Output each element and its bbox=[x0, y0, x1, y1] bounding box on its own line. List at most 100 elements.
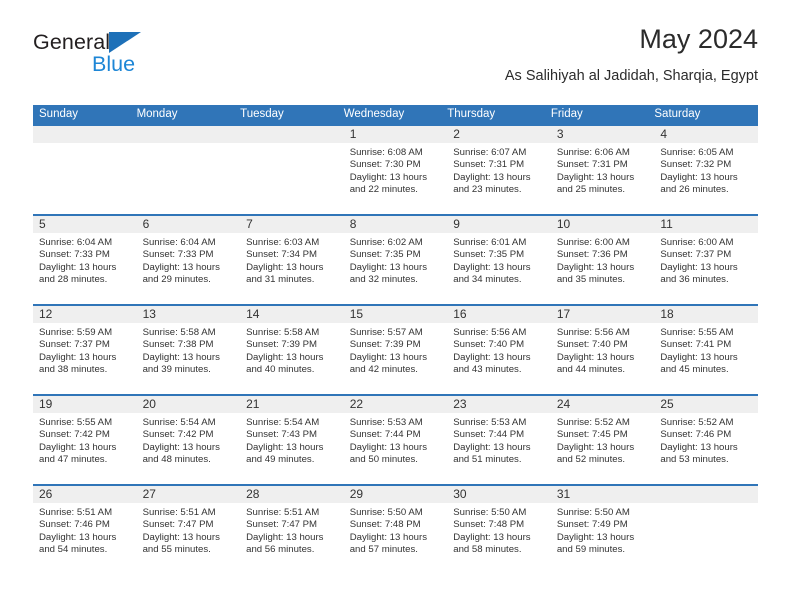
daylight-text-line2: and 49 minutes. bbox=[246, 454, 315, 466]
blue-triangle-icon bbox=[109, 32, 141, 53]
sunset-text: Sunset: 7:33 PM bbox=[39, 249, 110, 261]
sunset-text: Sunset: 7:44 PM bbox=[349, 429, 421, 441]
calendar-day-cell[interactable]: 8 Sunrise: 6:02 AM Sunset: 7:35 PM Dayli… bbox=[343, 214, 448, 305]
daylight-text-line2: and 58 minutes. bbox=[453, 544, 522, 556]
sunrise-text: Sunrise: 5:51 AM bbox=[142, 507, 216, 518]
calendar-day-cell[interactable]: 16 Sunrise: 5:56 AM Sunset: 7:40 PM Dayl… bbox=[447, 304, 551, 395]
calendar-day-cell[interactable]: 5 Sunrise: 6:04 AM Sunset: 7:33 PM Dayli… bbox=[33, 214, 137, 305]
daylight-text-line1: Daylight: 13 hours bbox=[556, 531, 635, 543]
day-details: Sunrise: 5:59 AM Sunset: 7:37 PM Dayligh… bbox=[33, 323, 137, 377]
sunset-text: Sunset: 7:40 PM bbox=[556, 339, 628, 351]
calendar-day-cell[interactable]: 9 Sunrise: 6:01 AM Sunset: 7:35 PM Dayli… bbox=[447, 214, 551, 305]
calendar-day-cell[interactable]: 3 Sunrise: 6:06 AM Sunset: 7:31 PM Dayli… bbox=[550, 124, 655, 215]
calendar-day-cell[interactable]: 10 Sunrise: 6:00 AM Sunset: 7:36 PM Dayl… bbox=[550, 214, 655, 305]
daylight-text-line1: Daylight: 13 hours bbox=[556, 441, 635, 453]
calendar-day-cell[interactable]: 25 Sunrise: 5:52 AM Sunset: 7:46 PM Dayl… bbox=[654, 394, 758, 485]
day-number bbox=[33, 126, 137, 143]
sunrise-text: Sunrise: 6:08 AM bbox=[349, 147, 423, 158]
calendar-day-cell[interactable]: 30 Sunrise: 5:50 AM Sunset: 7:48 PM Dayl… bbox=[447, 484, 551, 575]
weekday-header-sunday: Sunday bbox=[33, 105, 137, 125]
calendar-day-cell[interactable]: 1 Sunrise: 6:08 AM Sunset: 7:30 PM Dayli… bbox=[343, 124, 448, 215]
sunrise-text: Sunrise: 5:59 AM bbox=[39, 327, 113, 338]
sunset-text: Sunset: 7:43 PM bbox=[246, 429, 318, 441]
daylight-text-line2: and 45 minutes. bbox=[660, 364, 729, 376]
sunrise-text: Sunrise: 6:00 AM bbox=[660, 237, 734, 248]
day-number: 4 bbox=[654, 126, 758, 143]
daylight-text-line1: Daylight: 13 hours bbox=[349, 171, 428, 183]
calendar-header-row: Sunday Monday Tuesday Wednesday Thursday… bbox=[33, 105, 758, 125]
sunset-text: Sunset: 7:33 PM bbox=[142, 249, 214, 261]
daylight-text-line2: and 35 minutes. bbox=[556, 274, 626, 286]
sunrise-text: Sunrise: 5:51 AM bbox=[246, 507, 320, 518]
daylight-text-line1: Daylight: 13 hours bbox=[142, 261, 220, 273]
daylight-text-line2: and 39 minutes. bbox=[142, 364, 211, 376]
daylight-text-line1: Daylight: 13 hours bbox=[453, 441, 531, 453]
sunrise-text: Sunrise: 5:55 AM bbox=[660, 327, 734, 338]
day-number: 8 bbox=[343, 216, 448, 233]
day-number: 16 bbox=[447, 306, 551, 323]
daylight-text-line1: Daylight: 13 hours bbox=[453, 171, 531, 183]
calendar-day-cell[interactable]: 11 Sunrise: 6:00 AM Sunset: 7:37 PM Dayl… bbox=[654, 214, 758, 305]
daylight-text-line1: Daylight: 13 hours bbox=[39, 261, 117, 273]
daylight-text-line1: Daylight: 13 hours bbox=[556, 171, 635, 183]
sunset-text: Sunset: 7:46 PM bbox=[660, 429, 732, 441]
day-number: 21 bbox=[240, 396, 344, 413]
daylight-text-line2: and 52 minutes. bbox=[556, 454, 626, 466]
calendar-day-cell[interactable]: 6 Sunrise: 6:04 AM Sunset: 7:33 PM Dayli… bbox=[136, 214, 241, 305]
daylight-text-line2: and 32 minutes. bbox=[349, 274, 418, 286]
day-number: 11 bbox=[654, 216, 758, 233]
daylight-text-line1: Daylight: 13 hours bbox=[349, 261, 428, 273]
calendar-day-cell[interactable]: 14 Sunrise: 5:58 AM Sunset: 7:39 PM Dayl… bbox=[240, 304, 344, 395]
day-details: Sunrise: 5:52 AM Sunset: 7:45 PM Dayligh… bbox=[551, 413, 655, 467]
sunset-text: Sunset: 7:49 PM bbox=[556, 519, 628, 531]
day-details: Sunrise: 6:02 AM Sunset: 7:35 PM Dayligh… bbox=[344, 233, 448, 287]
logo-divider bbox=[85, 54, 87, 78]
sunrise-text: Sunrise: 5:53 AM bbox=[349, 417, 423, 428]
day-details: Sunrise: 5:57 AM Sunset: 7:39 PM Dayligh… bbox=[344, 323, 448, 377]
sunset-text: Sunset: 7:39 PM bbox=[349, 339, 421, 351]
calendar-day-cell[interactable]: 19 Sunrise: 5:55 AM Sunset: 7:42 PM Dayl… bbox=[33, 394, 137, 485]
day-details: Sunrise: 5:54 AM Sunset: 7:43 PM Dayligh… bbox=[240, 413, 344, 467]
calendar-day-cell[interactable]: 29 Sunrise: 5:50 AM Sunset: 7:48 PM Dayl… bbox=[343, 484, 448, 575]
day-number: 1 bbox=[343, 126, 448, 143]
sunset-text: Sunset: 7:47 PM bbox=[246, 519, 318, 531]
generalblue-logo[interactable]: General Blue bbox=[33, 30, 203, 86]
calendar-day-cell[interactable]: 13 Sunrise: 5:58 AM Sunset: 7:38 PM Dayl… bbox=[136, 304, 241, 395]
day-details: Sunrise: 5:53 AM Sunset: 7:44 PM Dayligh… bbox=[447, 413, 551, 467]
day-number bbox=[654, 486, 758, 503]
day-number: 23 bbox=[447, 396, 551, 413]
page-header: General Blue May 2024 As Salihiyah al Ja… bbox=[33, 24, 758, 98]
calendar-day-cell bbox=[33, 124, 137, 215]
calendar-day-cell[interactable]: 7 Sunrise: 6:03 AM Sunset: 7:34 PM Dayli… bbox=[240, 214, 344, 305]
sunrise-text: Sunrise: 6:04 AM bbox=[39, 237, 113, 248]
calendar-week-row: 12 Sunrise: 5:59 AM Sunset: 7:37 PM Dayl… bbox=[33, 304, 758, 395]
sunset-text: Sunset: 7:48 PM bbox=[349, 519, 421, 531]
calendar-day-cell[interactable]: 24 Sunrise: 5:52 AM Sunset: 7:45 PM Dayl… bbox=[550, 394, 655, 485]
daylight-text-line2: and 26 minutes. bbox=[660, 184, 729, 196]
sunrise-text: Sunrise: 6:02 AM bbox=[349, 237, 423, 248]
daylight-text-line1: Daylight: 13 hours bbox=[660, 171, 738, 183]
daylight-text-line2: and 42 minutes. bbox=[349, 364, 418, 376]
calendar-day-cell[interactable]: 18 Sunrise: 5:55 AM Sunset: 7:41 PM Dayl… bbox=[654, 304, 758, 395]
sunrise-text: Sunrise: 6:00 AM bbox=[556, 237, 630, 248]
daylight-text-line2: and 23 minutes. bbox=[453, 184, 522, 196]
calendar-day-cell[interactable]: 23 Sunrise: 5:53 AM Sunset: 7:44 PM Dayl… bbox=[447, 394, 551, 485]
calendar-day-cell[interactable]: 28 Sunrise: 5:51 AM Sunset: 7:47 PM Dayl… bbox=[240, 484, 344, 575]
calendar-day-cell[interactable]: 20 Sunrise: 5:54 AM Sunset: 7:42 PM Dayl… bbox=[136, 394, 241, 485]
calendar-day-cell[interactable]: 4 Sunrise: 6:05 AM Sunset: 7:32 PM Dayli… bbox=[654, 124, 758, 215]
calendar-day-cell[interactable]: 26 Sunrise: 5:51 AM Sunset: 7:46 PM Dayl… bbox=[33, 484, 137, 575]
day-number: 10 bbox=[550, 216, 655, 233]
calendar-day-cell[interactable]: 17 Sunrise: 5:56 AM Sunset: 7:40 PM Dayl… bbox=[550, 304, 655, 395]
calendar-day-cell[interactable]: 22 Sunrise: 5:53 AM Sunset: 7:44 PM Dayl… bbox=[343, 394, 448, 485]
calendar-day-cell[interactable]: 31 Sunrise: 5:50 AM Sunset: 7:49 PM Dayl… bbox=[550, 484, 655, 575]
calendar-day-cell[interactable]: 21 Sunrise: 5:54 AM Sunset: 7:43 PM Dayl… bbox=[240, 394, 344, 485]
daylight-text-line2: and 38 minutes. bbox=[39, 364, 108, 376]
sunrise-text: Sunrise: 6:05 AM bbox=[660, 147, 734, 158]
daylight-text-line1: Daylight: 13 hours bbox=[246, 351, 324, 363]
sunrise-text: Sunrise: 5:56 AM bbox=[453, 327, 527, 338]
daylight-text-line1: Daylight: 13 hours bbox=[556, 351, 635, 363]
calendar-day-cell[interactable]: 2 Sunrise: 6:07 AM Sunset: 7:31 PM Dayli… bbox=[447, 124, 551, 215]
calendar-day-cell[interactable]: 27 Sunrise: 5:51 AM Sunset: 7:47 PM Dayl… bbox=[136, 484, 241, 575]
calendar-day-cell[interactable]: 15 Sunrise: 5:57 AM Sunset: 7:39 PM Dayl… bbox=[343, 304, 448, 395]
calendar-day-cell[interactable]: 12 Sunrise: 5:59 AM Sunset: 7:37 PM Dayl… bbox=[33, 304, 137, 395]
